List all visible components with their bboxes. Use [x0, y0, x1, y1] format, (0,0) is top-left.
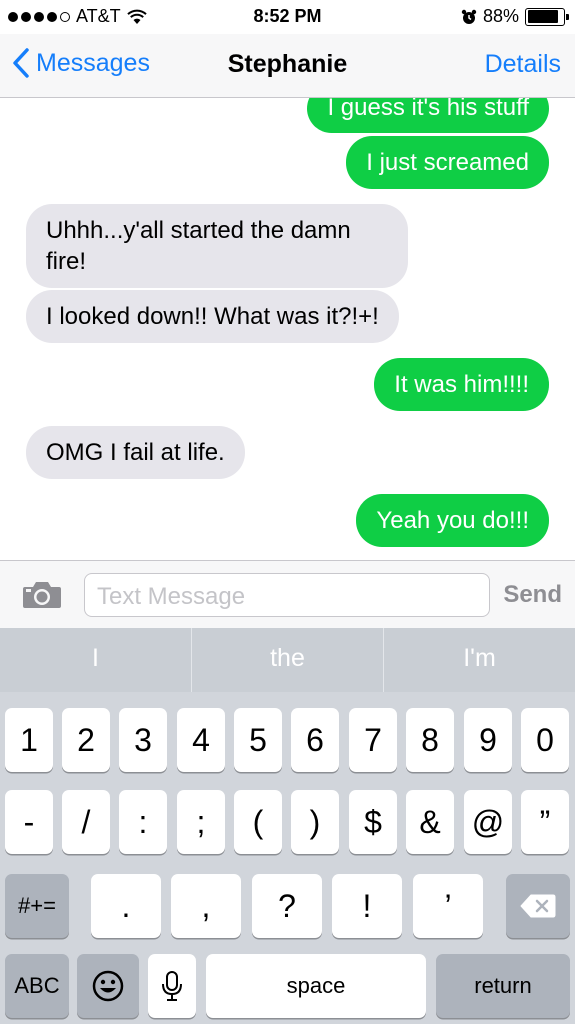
suggestion-item[interactable]: I — [0, 628, 192, 692]
message-thread[interactable]: I guess it's his stuff I just screamed U… — [0, 98, 575, 560]
delete-key[interactable] — [506, 874, 570, 938]
key-question[interactable]: ? — [252, 874, 322, 938]
key-semicolon[interactable]: ; — [177, 790, 225, 854]
suggestion-item[interactable]: the — [192, 628, 384, 692]
emoji-icon — [92, 970, 124, 1002]
predictive-bar: I the I'm — [0, 628, 575, 692]
back-label: Messages — [36, 48, 150, 77]
message-bubble-incoming[interactable]: Uhhh...y'all started the damn fire! — [26, 204, 408, 288]
symbols-key[interactable]: #+= — [5, 874, 69, 938]
key-0[interactable]: 0 — [521, 708, 569, 772]
battery-area: 88% — [461, 6, 569, 27]
key-hyphen[interactable]: - — [5, 790, 53, 854]
key-9[interactable]: 9 — [464, 708, 512, 772]
key-at[interactable]: @ — [464, 790, 512, 854]
alarm-icon — [461, 9, 477, 24]
abc-key[interactable]: ABC — [5, 954, 69, 1018]
key-colon[interactable]: : — [119, 790, 167, 854]
key-3[interactable]: 3 — [119, 708, 167, 772]
key-4[interactable]: 4 — [177, 708, 225, 772]
key-slash[interactable]: / — [62, 790, 110, 854]
space-key[interactable]: space — [206, 954, 426, 1018]
key-ampersand[interactable]: & — [406, 790, 454, 854]
key-comma[interactable]: , — [171, 874, 241, 938]
key-close-paren[interactable]: ) — [291, 790, 339, 854]
composer-bar: Text Message Send — [0, 560, 575, 628]
key-1[interactable]: 1 — [5, 708, 53, 772]
battery-percent: 88% — [482, 6, 519, 26]
dictation-key[interactable] — [148, 954, 196, 1018]
return-key[interactable]: return — [436, 954, 570, 1018]
message-bubble-outgoing[interactable]: Yeah you do!!! — [356, 494, 555, 547]
key-open-paren[interactable]: ( — [234, 790, 282, 854]
key-2[interactable]: 2 — [62, 708, 110, 772]
suggestion-item[interactable]: I'm — [384, 628, 575, 692]
key-7[interactable]: 7 — [349, 708, 397, 772]
message-bubble-incoming[interactable]: I looked down!! What was it?!+! — [20, 290, 399, 343]
message-bubble-outgoing[interactable]: I just screamed — [346, 136, 555, 189]
key-exclamation[interactable]: ! — [332, 874, 402, 938]
battery-icon — [525, 7, 569, 26]
key-apostrophe[interactable]: ’ — [413, 874, 483, 938]
message-bubble-outgoing[interactable]: I guess it's his stuff — [307, 98, 549, 133]
keyboard: I the I'm 1 2 3 4 5 6 7 8 9 0 - / : ; ( … — [0, 628, 575, 1024]
key-6[interactable]: 6 — [291, 708, 339, 772]
message-bubble-incoming[interactable]: OMG I fail at life. — [20, 426, 245, 479]
message-input[interactable]: Text Message — [84, 573, 490, 617]
status-bar: AT&T 8:52 PM 88% — [0, 0, 575, 34]
back-button[interactable]: Messages — [12, 48, 150, 78]
camera-icon[interactable] — [22, 579, 62, 609]
message-bubble-outgoing[interactable]: It was him!!!! — [374, 358, 555, 411]
backspace-icon — [520, 894, 556, 918]
key-dollar[interactable]: $ — [349, 790, 397, 854]
microphone-icon — [162, 971, 182, 1001]
details-button[interactable]: Details — [485, 50, 561, 79]
key-8[interactable]: 8 — [406, 708, 454, 772]
send-button[interactable]: Send — [503, 581, 562, 609]
navigation-bar: Messages Stephanie Details — [0, 34, 575, 98]
key-5[interactable]: 5 — [234, 708, 282, 772]
key-quote[interactable]: ” — [521, 790, 569, 854]
chevron-left-icon — [13, 48, 29, 78]
emoji-key[interactable] — [77, 954, 139, 1018]
key-period[interactable]: . — [91, 874, 161, 938]
